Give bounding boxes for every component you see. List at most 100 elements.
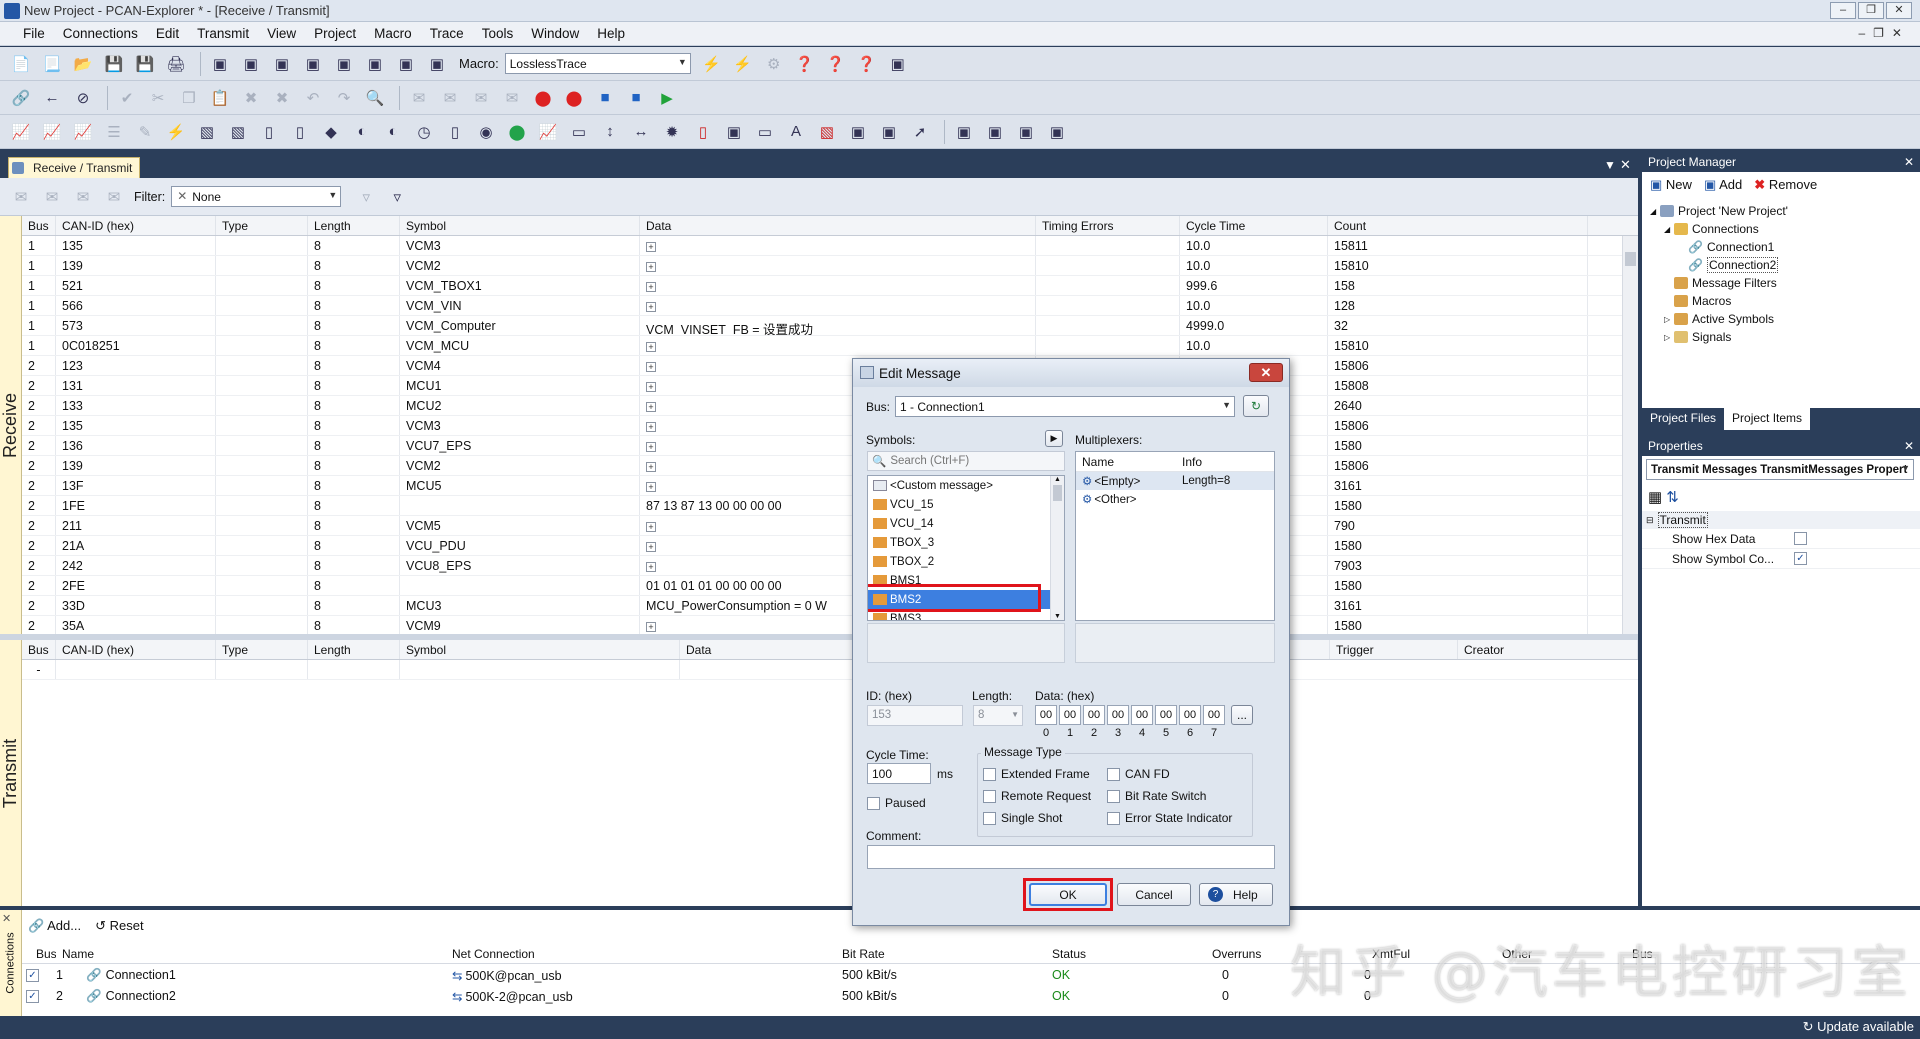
button-icon[interactable]: ▭ (566, 119, 592, 145)
check-icon[interactable]: ✔ (114, 85, 140, 111)
data-byte-input[interactable]: 00 (1203, 705, 1225, 725)
menu-file[interactable]: File (14, 26, 54, 41)
copy-icon[interactable]: ❐ (176, 85, 202, 111)
pm-close-icon[interactable]: ✕ (1904, 155, 1914, 169)
scroll-thumb[interactable] (1625, 252, 1636, 266)
conn-col-net-connection[interactable]: Net Connection (446, 944, 836, 963)
message-type-option[interactable]: Error State Indicator (1107, 811, 1232, 833)
msg-c-icon[interactable]: ✉ (70, 184, 96, 210)
transmit-new-row[interactable]: - (22, 660, 1638, 680)
knob-icon[interactable]: ◆ (318, 119, 344, 145)
msg-d-icon[interactable]: ✉ (101, 184, 127, 210)
symbols-search-input[interactable]: 🔍 Search (Ctrl+F) (867, 451, 1065, 471)
flash-icon[interactable]: ⚡ (163, 119, 189, 145)
receive-row[interactable]: 1 573 8 VCM_Computer VCM_VINSET_FB = 设置成功 499… (22, 316, 1638, 336)
list-icon[interactable]: ☰ (101, 119, 127, 145)
label-icon[interactable]: A (783, 119, 809, 145)
receive-row[interactable]: 2 211 8 VCM5 +790 (22, 516, 1638, 536)
dial-icon[interactable]: ✹ (659, 119, 685, 145)
expand-icon[interactable]: + (646, 382, 656, 392)
slider-icon[interactable]: ▯ (256, 119, 282, 145)
property-category[interactable]: ⊟ Transmit (1642, 511, 1920, 529)
receive-row[interactable]: 2 139 8 VCM2 +15806 (22, 456, 1638, 476)
textbox-icon[interactable]: ▭ (752, 119, 778, 145)
pm-remove-button[interactable]: ✖ Remove (1754, 177, 1817, 193)
col-can-id-hex-[interactable]: CAN-ID (hex) (56, 216, 216, 235)
whats-this-icon[interactable]: ❓ (854, 51, 880, 77)
ok-button[interactable]: OK (1029, 883, 1107, 906)
receive-row[interactable]: 2 135 8 VCM3 +15806 (22, 416, 1638, 436)
bus-select[interactable]: 1 - Connection1 ▼ (895, 396, 1235, 417)
tool4-icon[interactable]: ▣ (1044, 119, 1070, 145)
thermo-icon[interactable]: ▯ (690, 119, 716, 145)
data-byte-input[interactable]: 00 (1059, 705, 1081, 725)
connections-close-icon[interactable]: ✕ (2, 912, 11, 925)
expand-icon[interactable]: + (646, 482, 656, 492)
expand-icon[interactable]: + (646, 362, 656, 372)
col-bus[interactable]: Bus (22, 216, 56, 235)
delete-all-icon[interactable]: ✖ (269, 85, 295, 111)
conn-col-bus[interactable]: Bus (22, 944, 56, 963)
menu-connections[interactable]: Connections (54, 26, 147, 41)
dialog-close-button[interactable]: ✕ (1249, 363, 1283, 382)
menu-view[interactable]: View (258, 26, 305, 41)
undo-icon[interactable]: ↶ (300, 85, 326, 111)
record-icon[interactable]: ⬤ (530, 85, 556, 111)
col-type[interactable]: Type (216, 216, 308, 235)
sort-az-icon[interactable]: ⇅ (1666, 488, 1679, 506)
col-data[interactable]: Data (640, 216, 1036, 235)
cancel-button[interactable]: Cancel (1117, 883, 1191, 906)
paused-checkbox[interactable]: Paused (867, 796, 926, 811)
expand-icon[interactable]: + (646, 562, 656, 572)
macro-settings-icon[interactable]: ⚙ (761, 51, 787, 77)
menu-transmit[interactable]: Transmit (188, 26, 258, 41)
property-checkbox[interactable] (1794, 532, 1807, 545)
window-7-icon[interactable]: ▣ (393, 51, 419, 77)
paste-icon[interactable]: 📋 (207, 85, 233, 111)
comment-input[interactable] (867, 845, 1275, 869)
expand-icon[interactable]: + (646, 242, 656, 252)
property-row[interactable]: Show Hex Data (1642, 529, 1920, 549)
symbols-menu-icon[interactable]: ▶ (1045, 430, 1063, 447)
stop-icon[interactable]: ■ (592, 85, 618, 111)
message-type-option[interactable]: CAN FD (1107, 767, 1232, 789)
tree-active-symbols[interactable]: ▷ Active Symbols (1650, 310, 1920, 328)
col-count[interactable]: Count (1328, 216, 1588, 235)
expand-icon[interactable]: + (646, 282, 656, 292)
tx-col-trigger[interactable]: Trigger (1330, 640, 1458, 659)
menu-help[interactable]: Help (588, 26, 634, 41)
delete-icon[interactable]: ✖ (238, 85, 264, 111)
message-type-option[interactable]: Single Shot (983, 811, 1091, 833)
receive-row[interactable]: 1 0C018251 8 VCM_MCU +10.0 15810 (22, 336, 1638, 356)
expand-icon[interactable]: + (646, 522, 656, 532)
help-icon[interactable]: ❓ (792, 51, 818, 77)
vslider-icon[interactable]: ↕ (597, 119, 623, 145)
update-available-link[interactable]: ↻ Update available (1803, 1019, 1914, 1035)
lamp-icon[interactable]: ⬤ (504, 119, 530, 145)
col-cycle-time[interactable]: Cycle Time (1180, 216, 1328, 235)
play-icon[interactable]: ▶ (654, 85, 680, 111)
expand-icon[interactable]: + (646, 342, 656, 352)
minimize-button[interactable]: – (1830, 2, 1856, 19)
gauge-icon[interactable]: ◐ (349, 119, 375, 145)
tx-col-creator[interactable]: Creator (1458, 640, 1638, 659)
tx-col-length[interactable]: Length (308, 640, 400, 659)
properties-close-icon[interactable]: ✕ (1904, 439, 1914, 453)
symbol-item[interactable]: VCU_15 (868, 495, 1052, 514)
tab-close-icon[interactable]: ✕ (1620, 157, 1631, 173)
led-icon[interactable]: ◉ (473, 119, 499, 145)
edit-icon[interactable]: ✎ (132, 119, 158, 145)
property-checkbox[interactable]: ✓ (1794, 552, 1807, 565)
symbol-item[interactable]: <Custom message> (868, 476, 1052, 495)
expand-icon[interactable]: + (646, 622, 656, 632)
col-timing-errors[interactable]: Timing Errors (1036, 216, 1180, 235)
receive-row[interactable]: 2 2FE 8 01 01 01 01 00 00 00 00 1580 (22, 576, 1638, 596)
mux-row[interactable]: ⚙ <Other> (1076, 490, 1274, 508)
receive-row[interactable]: 2 35A 8 VCM9 +1580 (22, 616, 1638, 636)
restore-button[interactable]: ❐ (1858, 2, 1884, 19)
run-macro-icon[interactable]: ⚡ (699, 51, 725, 77)
menu-macro[interactable]: Macro (365, 26, 421, 41)
connection-enabled-checkbox[interactable]: ✓ (26, 969, 39, 983)
expand-icon[interactable]: + (646, 262, 656, 272)
msg-a-icon[interactable]: ✉ (8, 184, 34, 210)
